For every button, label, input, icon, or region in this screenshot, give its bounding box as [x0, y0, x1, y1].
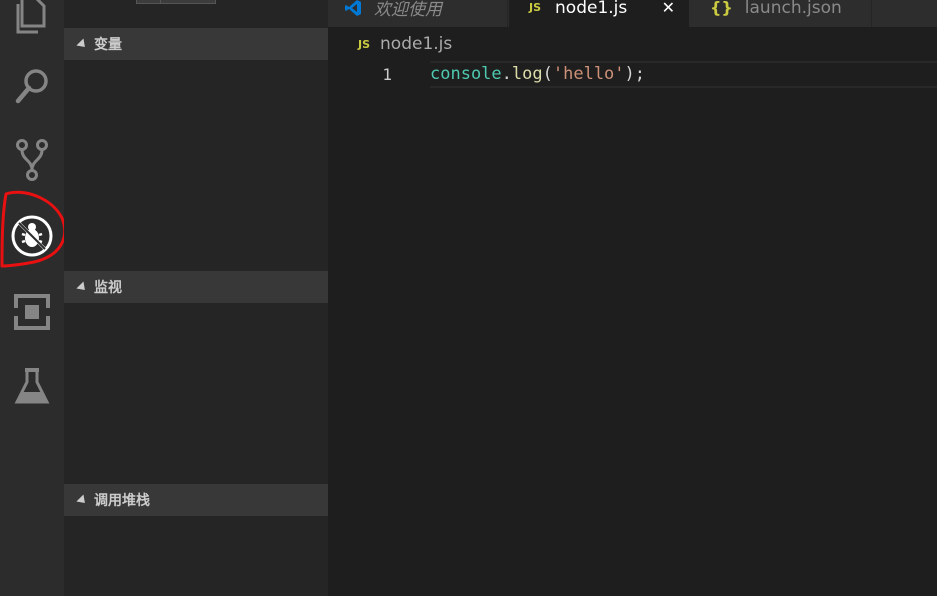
tab-node1-js[interactable]: JS node1.js ✕: [509, 0, 689, 27]
code-editor[interactable]: JS node1.js 1 console.log('hello');: [328, 27, 937, 596]
token-method: log: [511, 64, 543, 84]
tab-launch-json[interactable]: {} launch.json: [690, 0, 872, 27]
annotation-circle: [0, 190, 67, 268]
section-title: 变量: [94, 37, 122, 53]
start-debugging-button[interactable]: [137, 0, 161, 3]
extensions-icon: [14, 294, 50, 330]
debug-console-button[interactable]: [278, 0, 300, 4]
section-call-stack-header[interactable]: 调用堆栈: [64, 484, 328, 516]
tab-label: node1.js: [555, 0, 628, 18]
code-line[interactable]: console.log('hello');: [430, 64, 645, 84]
token-string: 'hello': [552, 64, 625, 84]
section-title: 监视: [94, 280, 122, 296]
token-open-paren: (: [542, 64, 553, 84]
vscode-icon: [345, 0, 361, 16]
flask-icon: [14, 368, 50, 404]
debug-config-select[interactable]: La ▼: [136, 0, 216, 4]
collapse-triangle-icon: [76, 493, 89, 507]
json-file-icon: {}: [710, 0, 733, 17]
token-close: );: [624, 64, 646, 84]
activity-bar: [0, 0, 64, 596]
token-dot: .: [501, 64, 512, 84]
source-control-icon: [16, 139, 48, 181]
debug-sidebar: 调试 La ▼ 变量 监视: [64, 0, 328, 596]
section-variables-header[interactable]: 变量: [64, 28, 328, 60]
breadcrumb[interactable]: JS node1.js: [358, 34, 452, 54]
open-launch-json-button[interactable]: [230, 0, 254, 6]
activity-extensions[interactable]: [0, 282, 64, 342]
gear-icon: [230, 0, 254, 2]
watch-panel: [64, 303, 328, 484]
variables-panel: [64, 60, 328, 271]
js-file-icon: JS: [529, 1, 542, 14]
files-icon: [16, 0, 46, 34]
tab-welcome[interactable]: 欢迎使用: [328, 0, 508, 27]
activity-source-control[interactable]: [0, 130, 64, 190]
breadcrumb-file: node1.js: [380, 34, 453, 54]
tab-label: launch.json: [744, 0, 842, 18]
call-stack-panel: [64, 516, 328, 596]
editor-tab-bar: 欢迎使用 JS node1.js ✕ {} launch.json: [328, 0, 937, 27]
activity-search[interactable]: [0, 56, 64, 116]
js-file-icon: JS: [358, 37, 371, 51]
activity-test[interactable]: [0, 356, 64, 416]
collapse-triangle-icon: [76, 37, 89, 51]
section-watch-header[interactable]: 监视: [64, 271, 328, 303]
line-number: 1: [382, 65, 392, 84]
debug-toolbar: 调试 La ▼: [64, 0, 328, 16]
activity-explorer[interactable]: [0, 0, 64, 46]
collapse-triangle-icon: [76, 280, 89, 294]
close-icon[interactable]: ✕: [662, 0, 675, 17]
search-icon: [15, 69, 48, 104]
section-title: 调用堆栈: [94, 493, 150, 509]
tab-label: 欢迎使用: [374, 0, 442, 20]
token-object: console: [430, 64, 502, 84]
debug-title: 调试: [94, 0, 122, 2]
